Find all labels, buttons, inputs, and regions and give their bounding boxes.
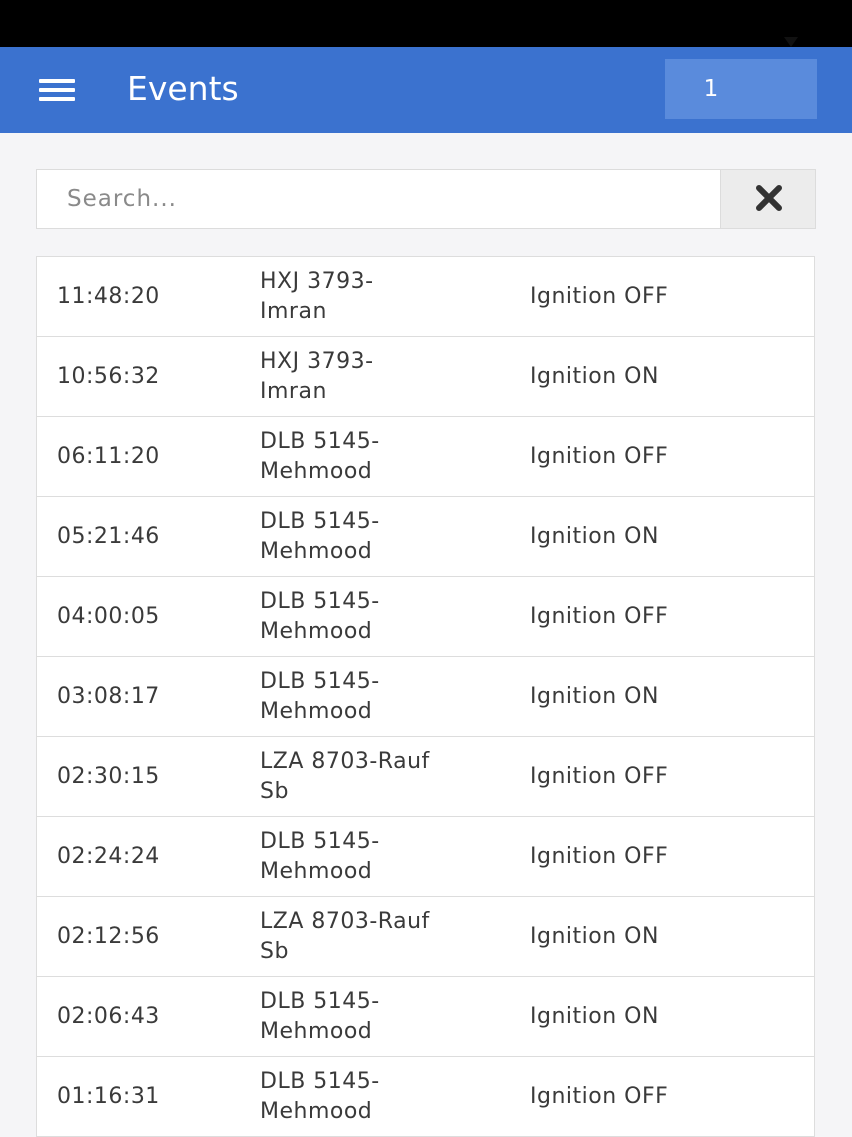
event-vehicle-line: Mehmood xyxy=(260,459,373,484)
event-vehicle-line: Mehmood xyxy=(260,1019,373,1044)
event-time: 02:06:43 xyxy=(57,1004,160,1029)
event-type: Ignition OFF xyxy=(530,1084,669,1109)
event-vehicle: HXJ 3793- Imran xyxy=(260,347,470,407)
event-row[interactable]: 05:21:46 DLB 5145- Mehmood Ignition ON xyxy=(37,497,814,577)
event-time: 02:30:15 xyxy=(57,764,160,789)
clear-search-button[interactable] xyxy=(720,170,815,228)
event-vehicle-line: DLB 5145- xyxy=(260,429,380,454)
event-vehicle-line: Mehmood xyxy=(260,539,373,564)
close-icon xyxy=(756,185,782,211)
events-table: 11:48:20 HXJ 3793- Imran Ignition OFF 10:56:… xyxy=(36,256,815,1137)
event-vehicle: DLB 5145- Mehmood xyxy=(260,987,470,1047)
event-type: Ignition ON xyxy=(530,1004,659,1029)
event-vehicle-line: DLB 5145- xyxy=(260,589,380,614)
event-row[interactable]: 04:00:05 DLB 5145- Mehmood Ignition OFF xyxy=(37,577,814,657)
event-time: 06:11:20 xyxy=(57,444,160,469)
event-vehicle-line: DLB 5145- xyxy=(260,829,380,854)
event-time: 02:12:56 xyxy=(57,924,160,949)
event-type: Ignition ON xyxy=(530,684,659,709)
event-vehicle-line: Sb xyxy=(260,779,289,804)
event-vehicle-line: Mehmood xyxy=(260,859,373,884)
event-vehicle-line: Mehmood xyxy=(260,619,373,644)
event-row[interactable]: 11:48:20 HXJ 3793- Imran Ignition OFF xyxy=(37,257,814,337)
page-select-value: 1 xyxy=(703,76,719,102)
event-time: 03:08:17 xyxy=(57,684,160,709)
event-type: Ignition OFF xyxy=(530,444,669,469)
event-vehicle-line: LZA 8703-Rauf xyxy=(260,749,430,774)
event-type: Ignition ON xyxy=(530,524,659,549)
event-row[interactable]: 01:16:31 DLB 5145- Mehmood Ignition OFF xyxy=(37,1057,814,1137)
event-vehicle: DLB 5145- Mehmood xyxy=(260,587,470,647)
event-row[interactable]: 10:56:32 HXJ 3793- Imran Ignition ON xyxy=(37,337,814,417)
event-time: 11:48:20 xyxy=(57,284,160,309)
event-vehicle-line: Imran xyxy=(260,299,327,324)
event-row[interactable]: 06:11:20 DLB 5145- Mehmood Ignition OFF xyxy=(37,417,814,497)
event-type: Ignition OFF xyxy=(530,604,669,629)
event-time: 01:16:31 xyxy=(57,1084,160,1109)
event-vehicle: DLB 5145- Mehmood xyxy=(260,427,470,487)
search-bar xyxy=(36,169,816,229)
event-vehicle-line: DLB 5145- xyxy=(260,1069,380,1094)
menu-button[interactable] xyxy=(28,67,84,111)
event-vehicle: HXJ 3793- Imran xyxy=(260,267,470,327)
event-vehicle-line: Mehmood xyxy=(260,1099,373,1124)
event-vehicle-line: LZA 8703-Rauf xyxy=(260,909,430,934)
event-vehicle: DLB 5145- Mehmood xyxy=(260,667,470,727)
status-bar xyxy=(0,0,852,47)
search-input[interactable] xyxy=(37,170,720,228)
event-type: Ignition ON xyxy=(530,364,659,389)
event-type: Ignition OFF xyxy=(530,844,669,869)
event-vehicle-line: DLB 5145- xyxy=(260,509,380,534)
event-vehicle-line: DLB 5145- xyxy=(260,989,380,1014)
page-title: Events xyxy=(127,69,239,108)
event-vehicle: LZA 8703-Rauf Sb xyxy=(260,907,470,967)
hamburger-menu-icon xyxy=(39,79,75,101)
event-vehicle-line: DLB 5145- xyxy=(260,669,380,694)
event-vehicle-line: Mehmood xyxy=(260,699,373,724)
event-vehicle: LZA 8703-Rauf Sb xyxy=(260,747,470,807)
caret-down-icon xyxy=(784,37,798,47)
event-row[interactable]: 03:08:17 DLB 5145- Mehmood Ignition ON xyxy=(37,657,814,737)
event-type: Ignition ON xyxy=(530,924,659,949)
event-row[interactable]: 02:30:15 LZA 8703-Rauf Sb Ignition OFF xyxy=(37,737,814,817)
event-vehicle: DLB 5145- Mehmood xyxy=(260,827,470,887)
event-vehicle-line: Sb xyxy=(260,939,289,964)
event-row[interactable]: 02:12:56 LZA 8703-Rauf Sb Ignition ON xyxy=(37,897,814,977)
event-time: 04:00:05 xyxy=(57,604,160,629)
app-bar: Events 1 xyxy=(0,47,852,133)
page-select[interactable]: 1 xyxy=(665,59,817,119)
event-type: Ignition OFF xyxy=(530,284,669,309)
event-vehicle-line: HXJ 3793- xyxy=(260,269,374,294)
event-type: Ignition OFF xyxy=(530,764,669,789)
event-time: 02:24:24 xyxy=(57,844,160,869)
event-vehicle: DLB 5145- Mehmood xyxy=(260,507,470,567)
event-row[interactable]: 02:06:43 DLB 5145- Mehmood Ignition ON xyxy=(37,977,814,1057)
event-time: 10:56:32 xyxy=(57,364,160,389)
event-vehicle: DLB 5145- Mehmood xyxy=(260,1067,470,1127)
event-time: 05:21:46 xyxy=(57,524,160,549)
event-vehicle-line: HXJ 3793- xyxy=(260,349,374,374)
event-row[interactable]: 02:24:24 DLB 5145- Mehmood Ignition OFF xyxy=(37,817,814,897)
event-vehicle-line: Imran xyxy=(260,379,327,404)
